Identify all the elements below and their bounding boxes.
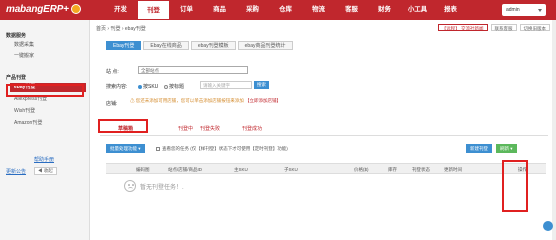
list-toolbar: 批量处理功能 ▾ 查看您的任务 (仅【样刊登】状态下才可使用【定时刊登】功能) … <box>106 144 546 154</box>
checkbox-icon <box>156 146 160 151</box>
nav-tools[interactable]: 小工具 <box>401 0 434 20</box>
main-nav: 开发 刊登 订单 商品 采购 仓库 物流 客服 财务 小工具 报表 <box>104 0 467 20</box>
sidebar: 数据服务 数据采集 一键搬家 产品刊登 ebay刊登 Aliexpress刊登 … <box>0 20 90 240</box>
nav-orders[interactable]: 订单 <box>170 0 203 20</box>
nav-warehouse[interactable]: 仓库 <box>269 0 302 20</box>
status-tabs: 草稿箱 刊登中 刊登失败 刊登成功 <box>100 122 548 136</box>
tab-ebay-listing[interactable]: Ebay刊登 <box>106 41 142 50</box>
radio-title[interactable]: 按标题 <box>164 83 184 90</box>
radio-off-icon <box>164 84 168 89</box>
site-select[interactable]: 全部站点 <box>138 66 248 74</box>
col-status: 刊登状态 <box>412 167 430 172</box>
update-link[interactable]: 更新公告 <box>6 168 26 175</box>
nav-kandeng[interactable]: 刊登 <box>137 0 170 20</box>
nav-purchase[interactable]: 采购 <box>236 0 269 20</box>
store-notice: ⚠ 您还未添加可用店铺，您可以单击添加店铺按钮来添加 【立即添加店铺】 <box>130 98 281 103</box>
sidebar-item-move[interactable]: 一键搬家 <box>10 52 86 61</box>
sidebar-item-collect[interactable]: 数据采集 <box>10 41 86 50</box>
col-stock: 库存 <box>388 167 397 172</box>
search-input[interactable]: 请输入关键字 <box>200 81 252 89</box>
contact-button[interactable]: 联系客服 <box>490 24 517 31</box>
sidebar-item-wish[interactable]: Wish刊登 <box>10 107 86 116</box>
sidebar-item-amazon[interactable]: Amazon刊登 <box>10 119 86 128</box>
nav-logistics[interactable]: 物流 <box>302 0 335 20</box>
site-label: 站 点: <box>106 69 119 75</box>
add-store-link[interactable]: 【立即添加店铺】 <box>245 98 281 103</box>
nav-finance[interactable]: 财务 <box>368 0 401 20</box>
main-content: 首页 › 刊登 › ebay刊登 【远程】 交流社新闻 联系客服 切换旧版本 E… <box>92 20 556 240</box>
old-version-button[interactable]: 切换旧版本 <box>519 24 550 31</box>
breadcrumb: 首页 › 刊登 › ebay刊登 <box>96 26 146 32</box>
task-filter[interactable]: 查看您的任务 (仅【样刊登】状态下才可使用【定时刊登】功能) <box>156 146 288 152</box>
nav-products[interactable]: 商品 <box>203 0 236 20</box>
refresh-button[interactable]: 刷新 ▾ <box>496 144 517 153</box>
col-site: 站点/店铺/商品ID <box>168 167 202 172</box>
logo-badge-icon <box>70 4 81 15</box>
highlight-ebay <box>6 84 84 97</box>
radio-on-icon <box>138 84 142 89</box>
nav-reports[interactable]: 报表 <box>434 0 467 20</box>
top-nav-bar: mabangERP+ 开发 刊登 订单 商品 采购 仓库 物流 客服 财务 小工… <box>0 0 556 20</box>
highlight-draft-tab <box>98 119 148 133</box>
tab-ebay-template[interactable]: ebay刊登模板 <box>190 41 236 50</box>
table-header: 编码图 站点/店铺/商品ID 主SKU 子SKU 价格($) 库存 刊登状态 更… <box>106 163 546 174</box>
col-sub-sku: 子SKU <box>284 167 298 172</box>
scrollbar[interactable] <box>552 20 556 240</box>
nav-kaifa[interactable]: 开发 <box>104 0 137 20</box>
highlight-actions-column <box>502 160 528 212</box>
bulk-actions-button[interactable]: 批量处理功能 ▾ <box>106 144 145 153</box>
store-label: 店铺: <box>106 101 118 107</box>
search-label: 搜索内容: <box>106 84 128 90</box>
news-button[interactable]: 【远程】 交流社新闻 <box>437 24 488 31</box>
status-tab-failed[interactable]: 刊登失败 <box>200 125 220 132</box>
header-actions: 【远程】 交流社新闻 联系客服 切换旧版本 <box>437 24 550 31</box>
tab-ebay-stats[interactable]: ebay商品刊登统计 <box>237 41 293 50</box>
col-updated: 更新时间 <box>444 167 462 172</box>
chevron-down-icon <box>538 9 542 12</box>
radio-sku[interactable]: 按SKU <box>138 83 158 90</box>
app-logo: mabangERP+ <box>6 4 81 15</box>
empty-state: 暂无刊登任务！. <box>124 180 184 192</box>
sidebar-group-data: 数据服务 <box>6 33 27 39</box>
col-image: 编码图 <box>136 167 150 172</box>
tab-ebay-online[interactable]: Ebay在线商品 <box>143 41 189 50</box>
collapse-button[interactable]: ◀ 收起 <box>34 167 57 175</box>
col-price: 价格($) <box>354 167 369 172</box>
help-link[interactable]: 帮助手册 <box>34 156 54 163</box>
col-main-sku: 主SKU <box>234 167 248 172</box>
sad-face-icon <box>124 180 136 192</box>
status-tab-success[interactable]: 刊登成功 <box>242 125 262 132</box>
status-tab-publishing[interactable]: 刊登中 <box>178 125 193 132</box>
user-menu[interactable]: admin <box>502 4 546 16</box>
chat-icon[interactable] <box>543 221 553 231</box>
sidebar-group-listing: 产品刊登 <box>6 75 27 81</box>
search-button[interactable]: 搜索 <box>254 81 269 89</box>
nav-service[interactable]: 客服 <box>335 0 368 20</box>
listing-tabs: Ebay刊登 Ebay在线商品 ebay刊登模板 ebay商品刊登统计 <box>106 41 293 50</box>
new-listing-button[interactable]: 新建刊登 <box>466 144 492 153</box>
